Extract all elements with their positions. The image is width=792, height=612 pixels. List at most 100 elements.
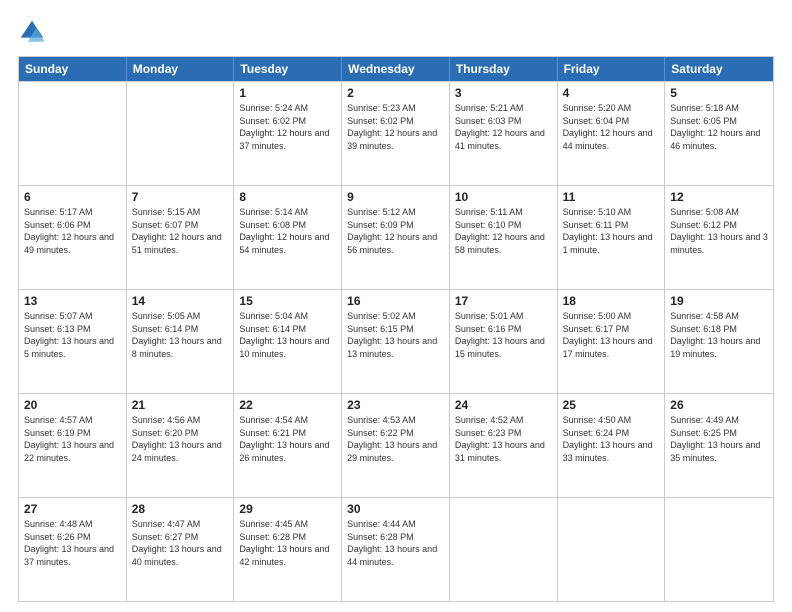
day-info: Sunrise: 4:52 AM Sunset: 6:23 PM Dayligh…: [455, 414, 552, 464]
day-number: 3: [455, 86, 552, 100]
calendar-cell: 29 Sunrise: 4:45 AM Sunset: 6:28 PM Dayli…: [234, 498, 342, 601]
calendar-header-cell: Tuesday: [234, 57, 342, 81]
day-number: 8: [239, 190, 336, 204]
calendar-cell: [450, 498, 558, 601]
calendar-cell: 30Sunrise: 4:44 AM Sunset: 6:28 PM Dayli…: [342, 498, 450, 601]
day-info: Sunrise: 5:08 AM Sunset: 6:12 PM Dayligh…: [670, 206, 768, 256]
day-number: 27: [24, 502, 121, 516]
day-number: 5: [670, 86, 768, 100]
day-info: Sunrise: 4:54 AM Sunset: 6:21 PM Dayligh…: [239, 414, 336, 464]
calendar-cell: 1 Sunrise: 5:24 AM Sunset: 6:02 PM Daylig…: [234, 82, 342, 185]
day-number: 2: [347, 86, 444, 100]
calendar-cell: 14 Sunrise: 5:05 AM Sunset: 6:14 PM Dayli…: [127, 290, 235, 393]
day-number: 6: [24, 190, 121, 204]
calendar-cell: 5 Sunrise: 5:18 AM Sunset: 6:05 PM Daylig…: [665, 82, 773, 185]
day-number: 10: [455, 190, 552, 204]
day-info: Sunrise: 5:20 AM Sunset: 6:04 PM Dayligh…: [563, 102, 660, 152]
calendar-cell: 25 Sunrise: 4:50 AM Sunset: 6:24 PM Dayli…: [558, 394, 666, 497]
day-number: 15: [239, 294, 336, 308]
day-number: 1: [239, 86, 336, 100]
day-number: 26: [670, 398, 768, 412]
day-number: 12: [670, 190, 768, 204]
calendar-week-row: 20 Sunrise: 4:57 AM Sunset: 6:19 PM Dayli…: [19, 393, 773, 497]
calendar-header-cell: Monday: [127, 57, 235, 81]
day-info: Sunrise: 5:21 AM Sunset: 6:03 PM Dayligh…: [455, 102, 552, 152]
day-info: Sunrise: 5:01 AM Sunset: 6:16 PM Dayligh…: [455, 310, 552, 360]
day-info: Sunrise: 4:49 AM Sunset: 6:25 PM Dayligh…: [670, 414, 768, 464]
calendar-header-cell: Sunday: [19, 57, 127, 81]
day-info: Sunrise: 5:24 AM Sunset: 6:02 PM Dayligh…: [239, 102, 336, 152]
day-number: 17: [455, 294, 552, 308]
day-info: Sunrise: 5:07 AM Sunset: 6:13 PM Dayligh…: [24, 310, 121, 360]
day-number: 24: [455, 398, 552, 412]
logo: [18, 18, 50, 46]
day-info: Sunrise: 5:04 AM Sunset: 6:14 PM Dayligh…: [239, 310, 336, 360]
calendar-cell: 15 Sunrise: 5:04 AM Sunset: 6:14 PM Dayli…: [234, 290, 342, 393]
day-info: Sunrise: 5:18 AM Sunset: 6:05 PM Dayligh…: [670, 102, 768, 152]
day-info: Sunrise: 4:48 AM Sunset: 6:26 PM Dayligh…: [24, 518, 121, 568]
calendar-header-cell: Saturday: [665, 57, 773, 81]
day-number: 19: [670, 294, 768, 308]
day-number: 21: [132, 398, 229, 412]
day-info: Sunrise: 5:12 AM Sunset: 6:09 PM Dayligh…: [347, 206, 444, 256]
calendar-cell: 28 Sunrise: 4:47 AM Sunset: 6:27 PM Dayli…: [127, 498, 235, 601]
day-info: Sunrise: 5:15 AM Sunset: 6:07 PM Dayligh…: [132, 206, 229, 256]
calendar-week-row: 6 Sunrise: 5:17 AM Sunset: 6:06 PM Daylig…: [19, 185, 773, 289]
day-info: Sunrise: 5:10 AM Sunset: 6:11 PM Dayligh…: [563, 206, 660, 256]
day-info: Sunrise: 4:45 AM Sunset: 6:28 PM Dayligh…: [239, 518, 336, 568]
day-number: 14: [132, 294, 229, 308]
day-info: Sunrise: 4:50 AM Sunset: 6:24 PM Dayligh…: [563, 414, 660, 464]
calendar-cell: 17 Sunrise: 5:01 AM Sunset: 6:16 PM Dayli…: [450, 290, 558, 393]
calendar-cell: [19, 82, 127, 185]
calendar-cell: 16 Sunrise: 5:02 AM Sunset: 6:15 PM Dayli…: [342, 290, 450, 393]
day-number: 28: [132, 502, 229, 516]
calendar-cell: 10 Sunrise: 5:11 AM Sunset: 6:10 PM Dayli…: [450, 186, 558, 289]
day-info: Sunrise: 5:00 AM Sunset: 6:17 PM Dayligh…: [563, 310, 660, 360]
day-info: Sunrise: 5:14 AM Sunset: 6:08 PM Dayligh…: [239, 206, 336, 256]
day-number: 23: [347, 398, 444, 412]
calendar-cell: 20 Sunrise: 4:57 AM Sunset: 6:19 PM Dayli…: [19, 394, 127, 497]
calendar-cell: 6 Sunrise: 5:17 AM Sunset: 6:06 PM Daylig…: [19, 186, 127, 289]
day-info: Sunrise: 4:53 AM Sunset: 6:22 PM Dayligh…: [347, 414, 444, 464]
day-number: 29: [239, 502, 336, 516]
calendar-cell: 8 Sunrise: 5:14 AM Sunset: 6:08 PM Daylig…: [234, 186, 342, 289]
day-number: 30: [347, 502, 444, 516]
calendar-header-cell: Thursday: [450, 57, 558, 81]
day-info: Sunrise: 5:11 AM Sunset: 6:10 PM Dayligh…: [455, 206, 552, 256]
calendar-cell: [558, 498, 666, 601]
calendar-cell: 22 Sunrise: 4:54 AM Sunset: 6:21 PM Dayli…: [234, 394, 342, 497]
calendar-cell: 23 Sunrise: 4:53 AM Sunset: 6:22 PM Dayli…: [342, 394, 450, 497]
day-info: Sunrise: 5:17 AM Sunset: 6:06 PM Dayligh…: [24, 206, 121, 256]
calendar-cell: [127, 82, 235, 185]
calendar-week-row: 1 Sunrise: 5:24 AM Sunset: 6:02 PM Daylig…: [19, 81, 773, 185]
calendar-header-cell: Friday: [558, 57, 666, 81]
day-number: 22: [239, 398, 336, 412]
logo-icon: [18, 18, 46, 46]
day-number: 16: [347, 294, 444, 308]
calendar-week-row: 27 Sunrise: 4:48 AM Sunset: 6:26 PM Dayli…: [19, 497, 773, 601]
day-info: Sunrise: 5:23 AM Sunset: 6:02 PM Dayligh…: [347, 102, 444, 152]
calendar-cell: 18 Sunrise: 5:00 AM Sunset: 6:17 PM Dayli…: [558, 290, 666, 393]
calendar: SundayMondayTuesdayWednesdayThursdayFrid…: [18, 56, 774, 602]
day-number: 7: [132, 190, 229, 204]
calendar-cell: 7 Sunrise: 5:15 AM Sunset: 6:07 PM Daylig…: [127, 186, 235, 289]
header: [18, 18, 774, 46]
calendar-cell: 9Sunrise: 5:12 AM Sunset: 6:09 PM Daylig…: [342, 186, 450, 289]
calendar-week-row: 13Sunrise: 5:07 AM Sunset: 6:13 PM Dayli…: [19, 289, 773, 393]
day-number: 25: [563, 398, 660, 412]
day-info: Sunrise: 5:02 AM Sunset: 6:15 PM Dayligh…: [347, 310, 444, 360]
day-info: Sunrise: 4:56 AM Sunset: 6:20 PM Dayligh…: [132, 414, 229, 464]
calendar-cell: 26 Sunrise: 4:49 AM Sunset: 6:25 PM Dayli…: [665, 394, 773, 497]
day-info: Sunrise: 5:05 AM Sunset: 6:14 PM Dayligh…: [132, 310, 229, 360]
calendar-cell: 3 Sunrise: 5:21 AM Sunset: 6:03 PM Daylig…: [450, 82, 558, 185]
calendar-cell: 27 Sunrise: 4:48 AM Sunset: 6:26 PM Dayli…: [19, 498, 127, 601]
day-info: Sunrise: 4:57 AM Sunset: 6:19 PM Dayligh…: [24, 414, 121, 464]
day-number: 11: [563, 190, 660, 204]
day-number: 18: [563, 294, 660, 308]
calendar-cell: 19Sunrise: 4:58 AM Sunset: 6:18 PM Dayli…: [665, 290, 773, 393]
calendar-cell: 21 Sunrise: 4:56 AM Sunset: 6:20 PM Dayli…: [127, 394, 235, 497]
calendar-cell: 2 Sunrise: 5:23 AM Sunset: 6:02 PM Daylig…: [342, 82, 450, 185]
day-info: Sunrise: 4:47 AM Sunset: 6:27 PM Dayligh…: [132, 518, 229, 568]
day-number: 20: [24, 398, 121, 412]
calendar-header-cell: Wednesday: [342, 57, 450, 81]
